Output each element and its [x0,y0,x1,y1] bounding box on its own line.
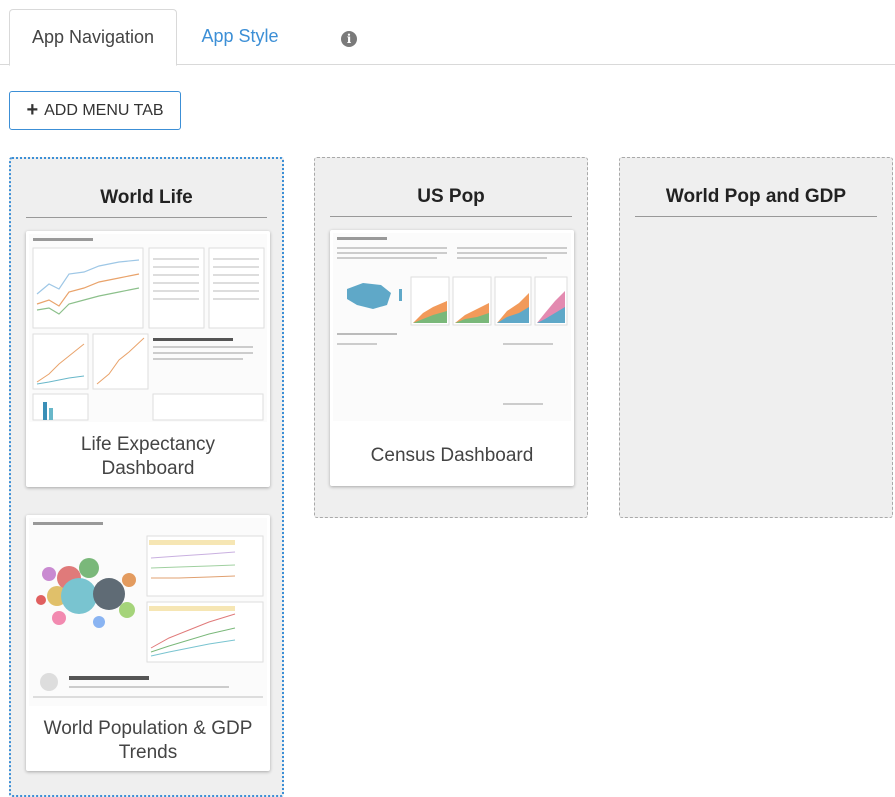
tab-app-navigation[interactable]: App Navigation [9,9,177,66]
column-title: World Life [26,187,267,218]
menu-column-world-life[interactable]: World Life Life Expectancy Dashboard Wor… [9,157,284,797]
dashboard-thumbnail [29,518,267,706]
dashboard-thumbnail [333,233,571,421]
menu-column-world-pop-and-gdp[interactable]: World Pop and GDP [619,157,893,518]
add-menu-tab-label: ADD MENU TAB [44,101,164,119]
dashboard-card-label: Life Expectancy Dashboard [80,434,216,479]
column-title: World Pop and GDP [635,186,877,217]
tab-app-style[interactable]: App Style [190,9,290,64]
tab-bar: App Navigation App Style i [0,0,895,66]
dashboard-card-label: World Population & GDP Trends [43,718,253,763]
info-circle-icon[interactable]: i [341,31,357,47]
add-menu-tab-button[interactable]: + ADD MENU TAB [9,91,181,130]
dashboard-card-label: Census Dashboard [370,445,534,466]
menu-column-us-pop[interactable]: US Pop Census Dashboard [314,157,588,518]
dashboard-card-census[interactable]: Census Dashboard [330,230,574,486]
column-title: US Pop [330,186,572,217]
dashboard-card-world-population-gdp[interactable]: World Population & GDP Trends [26,515,270,771]
dashboard-thumbnail [29,234,267,422]
plus-icon: + [26,98,39,121]
dashboard-card-life-expectancy[interactable]: Life Expectancy Dashboard [26,231,270,487]
